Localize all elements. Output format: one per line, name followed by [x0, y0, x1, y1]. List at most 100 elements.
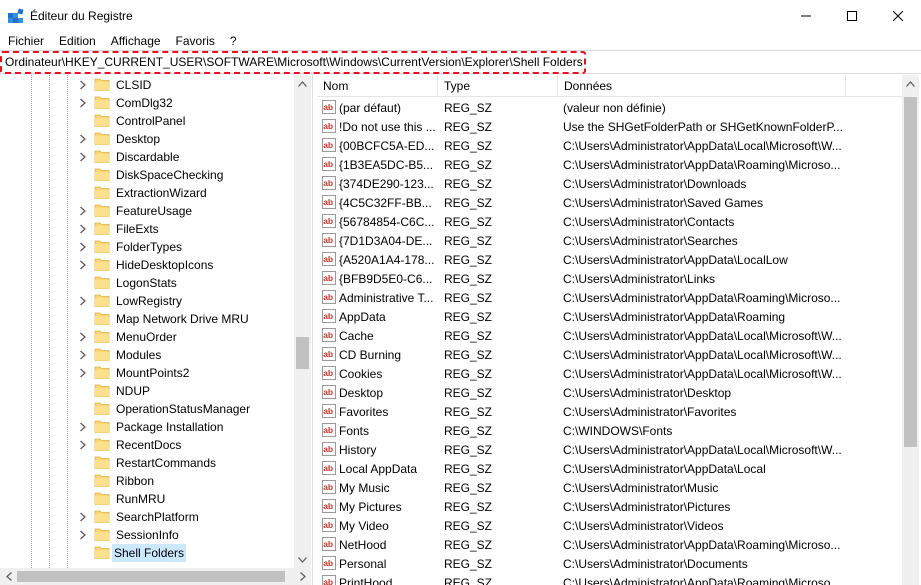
value-row[interactable]: ab CD Burning REG_SZ C:\Users\Administrator…	[317, 345, 902, 364]
tree-item[interactable]: FolderTypes	[0, 238, 294, 256]
tree-item[interactable]: Package Installation	[0, 418, 294, 436]
value-row[interactable]: ab Administrative T... REG_SZ C:\Users\Admi…	[317, 288, 902, 307]
address-path[interactable]: Ordinateur\HKEY_CURRENT_USER\SOFTWARE\Mi…	[5, 55, 583, 69]
address-bar[interactable]: Ordinateur\HKEY_CURRENT_USER\SOFTWARE\Mi…	[0, 50, 921, 74]
maximize-button[interactable]	[829, 0, 875, 32]
tree-hscroll-thumb[interactable]	[17, 571, 285, 582]
tree-item[interactable]: FeatureUsage	[0, 202, 294, 220]
chevron-right-icon[interactable]	[79, 296, 87, 306]
value-row[interactable]: ab {7D1D3A04-DE... REG_SZ C:\Users\Administ…	[317, 231, 902, 250]
tree-item[interactable]: MountPoints2	[0, 364, 294, 382]
menu-help[interactable]: ?	[222, 32, 244, 50]
folder-icon	[94, 204, 110, 217]
value-data: C:\Users\Administrator\Downloads	[563, 177, 747, 191]
scroll-down-arrow[interactable]	[294, 551, 311, 568]
tree-item[interactable]: SessionInfo	[0, 526, 294, 544]
chevron-right-icon[interactable]	[79, 242, 87, 252]
tree-item[interactable]: RestartCommands	[0, 454, 294, 472]
tree-vertical-scrollbar[interactable]	[294, 75, 311, 568]
value-row[interactable]: ab NetHood REG_SZ C:\Users\Administrator\Ap…	[317, 535, 902, 554]
value-row[interactable]: ab {00BCFC5A-ED... REG_SZ C:\Users\Administ…	[317, 136, 902, 155]
chevron-right-icon[interactable]	[79, 350, 87, 360]
tree-item[interactable]: RunMRU	[0, 490, 294, 508]
value-row[interactable]: ab Cookies REG_SZ C:\Users\Administrator\Ap…	[317, 364, 902, 383]
value-row[interactable]: ab Cache REG_SZ C:\Users\Administrator\AppD…	[317, 326, 902, 345]
value-row[interactable]: ab My Video REG_SZ C:\Users\Administrator\V…	[317, 516, 902, 535]
tree-item[interactable]: MenuOrder	[0, 328, 294, 346]
value-row[interactable]: ab {56784854-C6C... REG_SZ C:\Users\Adminis…	[317, 212, 902, 231]
value-row[interactable]: ab AppData REG_SZ C:\Users\Administrator\Ap…	[317, 307, 902, 326]
value-row[interactable]: ab !Do not use this ... REG_SZ Use the SHGe…	[317, 117, 902, 136]
menu-fichier[interactable]: Fichier	[0, 32, 51, 50]
column-header-type[interactable]: Type	[438, 75, 558, 97]
tree-item[interactable]: FileExts	[0, 220, 294, 238]
string-value-icon: ab	[322, 233, 336, 247]
column-header-name[interactable]: Nom	[317, 75, 438, 97]
value-row[interactable]: ab Favorites REG_SZ C:\Users\Administrator\…	[317, 402, 902, 421]
minimize-button[interactable]	[783, 0, 829, 32]
values-scroll-thumb[interactable]	[904, 97, 917, 447]
scroll-up-arrow[interactable]	[294, 75, 311, 92]
value-row[interactable]: ab {4C5C32FF-BB... REG_SZ C:\Users\Administ…	[317, 193, 902, 212]
menu-edition[interactable]: Edition	[51, 32, 103, 50]
tree-item[interactable]: LogonStats	[0, 274, 294, 292]
tree-item[interactable]: ExtractionWizard	[0, 184, 294, 202]
tree-item[interactable]: CLSID	[0, 76, 294, 94]
tree-item[interactable]: NDUP	[0, 382, 294, 400]
chevron-right-icon[interactable]	[79, 332, 87, 342]
chevron-right-icon[interactable]	[79, 422, 87, 432]
chevron-right-icon[interactable]	[79, 152, 87, 162]
value-row[interactable]: ab Desktop REG_SZ C:\Users\Administrator\De…	[317, 383, 902, 402]
svg-text:ab: ab	[323, 330, 333, 340]
tree-item[interactable]: SearchPlatform	[0, 508, 294, 526]
chevron-right-icon[interactable]	[79, 80, 87, 90]
chevron-right-icon[interactable]	[79, 368, 87, 378]
tree-item[interactable]: Discardable	[0, 148, 294, 166]
tree-horizontal-scrollbar[interactable]	[0, 568, 311, 585]
value-row[interactable]: ab PrintHood REG_SZ C:\Users\Administrator\…	[317, 573, 902, 585]
chevron-right-icon[interactable]	[79, 98, 87, 108]
tree-item[interactable]: ComDlg32	[0, 94, 294, 112]
value-data: C:\Users\Administrator\Saved Games	[563, 196, 764, 210]
menu-favoris[interactable]: Favoris	[168, 32, 222, 50]
tree-item[interactable]: OperationStatusManager	[0, 400, 294, 418]
chevron-right-icon[interactable]	[79, 134, 87, 144]
tree-item[interactable]: Shell Folders	[0, 544, 294, 562]
folder-icon	[94, 222, 110, 235]
menu-affichage[interactable]: Affichage	[103, 32, 168, 50]
chevron-right-icon[interactable]	[79, 512, 87, 522]
value-row[interactable]: ab {374DE290-123... REG_SZ C:\Users\Adminis…	[317, 174, 902, 193]
scroll-right-arrow[interactable]	[294, 568, 311, 585]
chevron-right-icon[interactable]	[79, 260, 87, 270]
close-button[interactable]	[875, 0, 921, 32]
value-row[interactable]: ab Personal REG_SZ C:\Users\Administrator\D…	[317, 554, 902, 573]
values-scroll-up-arrow[interactable]	[902, 75, 919, 92]
chevron-right-icon[interactable]	[79, 206, 87, 216]
tree-item[interactable]: Ribbon	[0, 472, 294, 490]
value-row[interactable]: ab {BFB9D5E0-C6... REG_SZ C:\Users\Administ…	[317, 269, 902, 288]
string-value-icon: ab	[322, 537, 336, 551]
tree-item[interactable]: LowRegistry	[0, 292, 294, 310]
tree-item[interactable]: Modules	[0, 346, 294, 364]
value-row[interactable]: ab Fonts REG_SZ C:\WINDOWS\Fonts	[317, 421, 902, 440]
value-row[interactable]: ab (par défaut) REG_SZ (valeur non définie)	[317, 98, 902, 117]
values-vertical-scrollbar[interactable]	[902, 75, 919, 585]
tree-scroll-thumb[interactable]	[296, 337, 309, 369]
tree-item[interactable]: HideDesktopIcons	[0, 256, 294, 274]
column-header-data[interactable]: Données	[558, 75, 846, 97]
value-row[interactable]: ab Local AppData REG_SZ C:\Users\Administra…	[317, 459, 902, 478]
chevron-right-icon[interactable]	[79, 224, 87, 234]
value-row[interactable]: ab {1B3EA5DC-B5... REG_SZ C:\Users\Administ…	[317, 155, 902, 174]
tree-item[interactable]: Map Network Drive MRU	[0, 310, 294, 328]
chevron-right-icon[interactable]	[79, 530, 87, 540]
chevron-right-icon[interactable]	[79, 440, 87, 450]
tree-item[interactable]: Desktop	[0, 130, 294, 148]
value-row[interactable]: ab My Pictures REG_SZ C:\Users\Administrato…	[317, 497, 902, 516]
tree-item[interactable]: ControlPanel	[0, 112, 294, 130]
tree-item[interactable]: RecentDocs	[0, 436, 294, 454]
value-row[interactable]: ab {A520A1A4-178... REG_SZ C:\Users\Adminis…	[317, 250, 902, 269]
value-row[interactable]: ab My Music REG_SZ C:\Users\Administrator\M…	[317, 478, 902, 497]
scroll-left-arrow[interactable]	[0, 568, 17, 585]
tree-item[interactable]: DiskSpaceChecking	[0, 166, 294, 184]
value-row[interactable]: ab History REG_SZ C:\Users\Administrator\Ap…	[317, 440, 902, 459]
